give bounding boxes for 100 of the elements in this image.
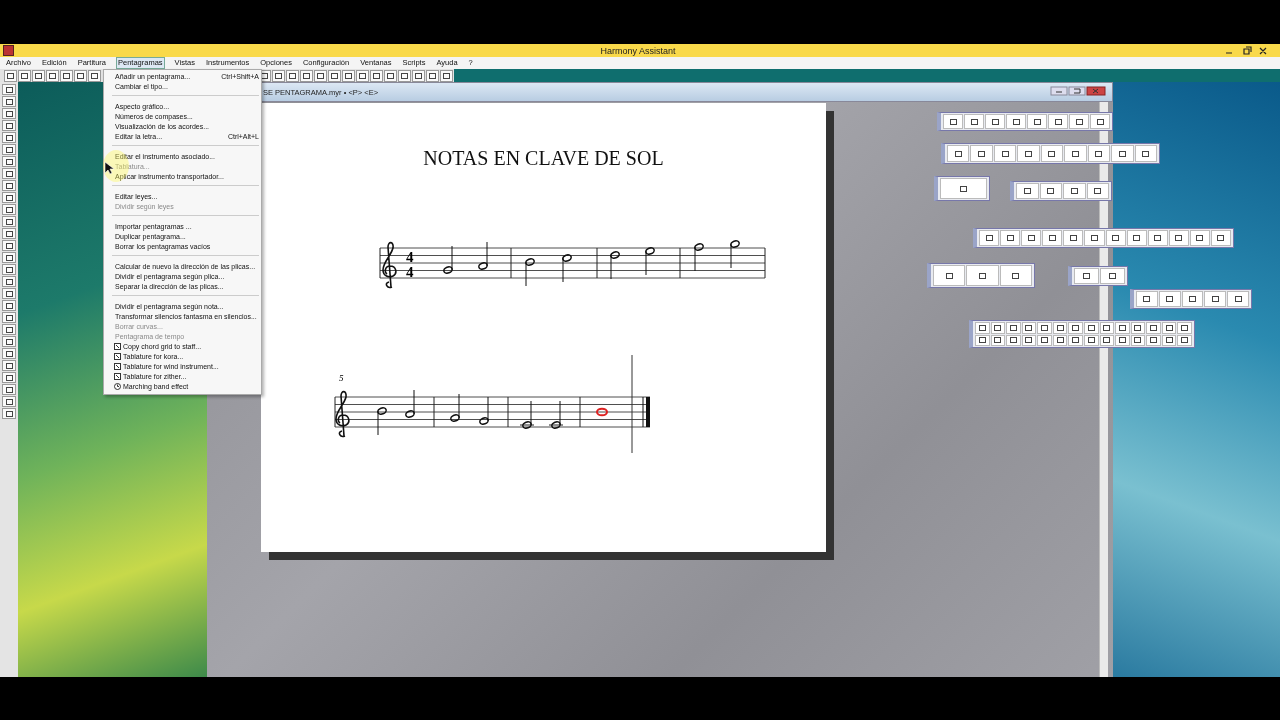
palette-button[interactable] — [985, 114, 1005, 129]
palette-button[interactable] — [1168, 230, 1189, 246]
tool-button[interactable] — [2, 120, 16, 131]
toolbar-button[interactable] — [60, 69, 73, 82]
palette-button[interactable] — [1158, 291, 1181, 307]
tool-button[interactable] — [2, 240, 16, 251]
palette-button[interactable] — [1115, 334, 1130, 346]
palette-button[interactable] — [1064, 145, 1087, 162]
palette-button[interactable] — [1204, 291, 1227, 307]
palette-button[interactable] — [947, 145, 970, 162]
toolbar-button[interactable] — [328, 69, 341, 82]
palette-button[interactable] — [1146, 334, 1161, 346]
tool-button[interactable] — [2, 372, 16, 383]
palette-button[interactable] — [1084, 334, 1099, 346]
palette-button[interactable] — [1069, 114, 1089, 129]
palette-button[interactable] — [1039, 183, 1062, 199]
palette-button[interactable] — [1100, 268, 1125, 284]
tool-button[interactable] — [2, 288, 16, 299]
palette-button[interactable] — [1042, 230, 1063, 246]
palette-button[interactable] — [1052, 322, 1068, 334]
palette-button[interactable] — [1087, 145, 1111, 162]
palette-button[interactable] — [1048, 114, 1068, 129]
palette-button[interactable] — [1161, 322, 1177, 334]
palette-button[interactable] — [1126, 230, 1147, 246]
palette-button[interactable] — [1105, 230, 1126, 246]
palette-button[interactable] — [1115, 322, 1130, 334]
palette-button[interactable] — [1040, 145, 1064, 162]
toolbar-button[interactable] — [356, 69, 369, 82]
tool-button[interactable] — [2, 156, 16, 167]
toolbar-button[interactable] — [74, 69, 87, 82]
tool-button[interactable] — [2, 180, 16, 191]
tool-button[interactable] — [2, 264, 16, 275]
palette-button[interactable] — [1021, 230, 1042, 246]
palette-button[interactable] — [1021, 322, 1037, 334]
palette-button[interactable] — [1084, 230, 1105, 246]
palette-button[interactable] — [1181, 291, 1204, 307]
toolbar-button[interactable] — [426, 69, 439, 82]
tool-button[interactable] — [2, 96, 16, 107]
palette-button[interactable] — [1068, 334, 1083, 346]
palette-button[interactable] — [1130, 322, 1146, 334]
tool-button[interactable] — [2, 108, 16, 119]
palette-button[interactable] — [990, 334, 1006, 346]
tool-button[interactable] — [2, 276, 16, 287]
tool-button[interactable] — [2, 312, 16, 323]
palette-button[interactable] — [1063, 230, 1084, 246]
tool-button[interactable] — [2, 144, 16, 155]
palette-button[interactable] — [1052, 334, 1068, 346]
palette-button[interactable] — [970, 145, 993, 162]
palette-button[interactable] — [1063, 183, 1086, 199]
tool-button[interactable] — [2, 228, 16, 239]
palette-button[interactable] — [964, 114, 984, 129]
toolbar-button[interactable] — [18, 69, 31, 82]
window-controls-icon[interactable] — [1050, 86, 1106, 96]
toolbar-button[interactable] — [412, 69, 425, 82]
tool-button[interactable] — [2, 168, 16, 179]
tool-button[interactable] — [2, 252, 16, 263]
tool-button[interactable] — [2, 348, 16, 359]
palette-button[interactable] — [1006, 334, 1021, 346]
palette-button[interactable] — [943, 114, 963, 129]
palette-button[interactable] — [1177, 322, 1192, 334]
palette-button[interactable] — [966, 265, 999, 286]
tool-button[interactable] — [2, 192, 16, 203]
palette-button[interactable] — [1016, 183, 1039, 199]
toolbar-button[interactable] — [314, 69, 327, 82]
toolbar-button[interactable] — [4, 69, 17, 82]
palette-button[interactable] — [1074, 268, 1099, 284]
tool-button[interactable] — [2, 132, 16, 143]
palette-button[interactable] — [1086, 183, 1109, 199]
toolbar-button[interactable] — [370, 69, 383, 82]
tool-button[interactable] — [2, 204, 16, 215]
toolbar-button[interactable] — [398, 69, 411, 82]
toolbar-button[interactable] — [440, 69, 453, 82]
palette-button[interactable] — [1189, 230, 1210, 246]
palette-button[interactable] — [1210, 230, 1231, 246]
palette-button[interactable] — [993, 145, 1017, 162]
tool-button[interactable] — [2, 216, 16, 227]
palette-button[interactable] — [1037, 322, 1052, 334]
palette-button[interactable] — [1000, 230, 1021, 246]
toolbar-button[interactable] — [88, 69, 101, 82]
palette-button[interactable] — [1017, 145, 1040, 162]
palette-button[interactable] — [1099, 322, 1115, 334]
palette-button[interactable] — [999, 265, 1032, 286]
palette-button[interactable] — [1147, 230, 1168, 246]
palette-button[interactable] — [940, 178, 987, 199]
palette-button[interactable] — [975, 322, 990, 334]
palette-button[interactable] — [1130, 334, 1146, 346]
palette-button[interactable] — [1134, 145, 1157, 162]
palette-button[interactable] — [1136, 291, 1158, 307]
palette-button[interactable] — [1006, 114, 1026, 129]
palette-button[interactable] — [1021, 334, 1037, 346]
tool-button[interactable] — [2, 396, 16, 407]
toolbar-button[interactable] — [46, 69, 59, 82]
tool-button[interactable] — [2, 84, 16, 95]
palette-button[interactable] — [933, 265, 966, 286]
tool-button[interactable] — [2, 408, 16, 419]
tool-button[interactable] — [2, 300, 16, 311]
toolbar-button[interactable] — [32, 69, 45, 82]
palette-button[interactable] — [1090, 114, 1110, 129]
palette-button[interactable] — [1111, 145, 1134, 162]
tool-button[interactable] — [2, 360, 16, 371]
